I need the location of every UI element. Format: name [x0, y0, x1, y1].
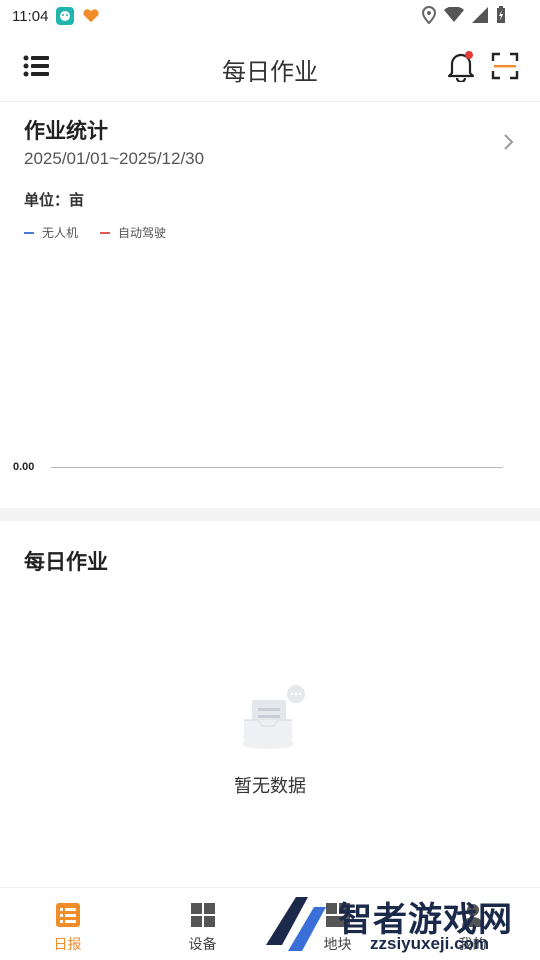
- section-divider: [0, 508, 540, 521]
- signal-icon: [472, 7, 488, 23]
- stats-title: 作业统计: [24, 120, 108, 143]
- empty-data-text: 暂无数据: [234, 776, 306, 796]
- chart-legend: 无人机 自动驾驶: [24, 224, 188, 241]
- nav-label-profile: 我的: [458, 936, 487, 952]
- legend-item-drone: 无人机: [24, 224, 78, 241]
- profile-icon: [461, 904, 484, 927]
- app-notification-icon: [56, 7, 75, 25]
- app-header: 每日作业: [0, 32, 540, 102]
- notification-dot: [465, 51, 473, 59]
- location-icon: [422, 6, 436, 24]
- x-axis-line: [51, 467, 503, 468]
- battery-icon: [497, 6, 505, 23]
- status-time: 11:04: [12, 7, 49, 25]
- work-stats-card[interactable]: 作业统计 2025/01/01~2025/12/30 单位：亩 无人机 自动驾驶…: [0, 103, 540, 508]
- nav-item-devices[interactable]: 设备: [135, 888, 270, 960]
- field-icon: [325, 903, 350, 927]
- nav-label-report: 日报: [53, 936, 82, 952]
- legend-line-drone: [24, 231, 34, 234]
- daily-work-title: 每日作业: [24, 551, 108, 574]
- stats-date-range: 2025/01/01~2025/12/30: [24, 149, 205, 168]
- nav-item-report[interactable]: 日报: [0, 888, 135, 960]
- notification-bell-icon[interactable]: [446, 50, 476, 82]
- scan-icon[interactable]: [491, 52, 519, 80]
- nav-item-fields[interactable]: 地块: [270, 888, 405, 960]
- nav-item-profile[interactable]: 我的: [405, 888, 540, 960]
- unit-label: 单位：亩: [24, 192, 85, 209]
- nav-label-devices: 设备: [188, 936, 217, 952]
- wifi-icon: [444, 7, 464, 22]
- bottom-navigation: 日报 设备 地块 我的: [0, 887, 540, 960]
- daily-work-card: 每日作业 暂无数据: [0, 521, 540, 887]
- legend-label-drone: 无人机: [42, 226, 79, 240]
- status-indicators: [422, 6, 506, 24]
- legend-label-autodrive: 自动驾驶: [118, 226, 167, 240]
- grid-icon: [190, 903, 215, 927]
- legend-item-autodrive: 自动驾驶: [100, 224, 166, 241]
- empty-data-icon: [242, 685, 305, 749]
- y-axis-tick-label: 0.00: [13, 461, 35, 473]
- report-list-icon: [55, 903, 80, 927]
- legend-line-autodrive: [100, 231, 111, 234]
- nav-label-fields: 地块: [323, 936, 352, 952]
- status-bar: 11:04: [0, 0, 540, 32]
- app-heart-icon: [82, 7, 100, 25]
- chevron-right-icon[interactable]: [500, 131, 516, 153]
